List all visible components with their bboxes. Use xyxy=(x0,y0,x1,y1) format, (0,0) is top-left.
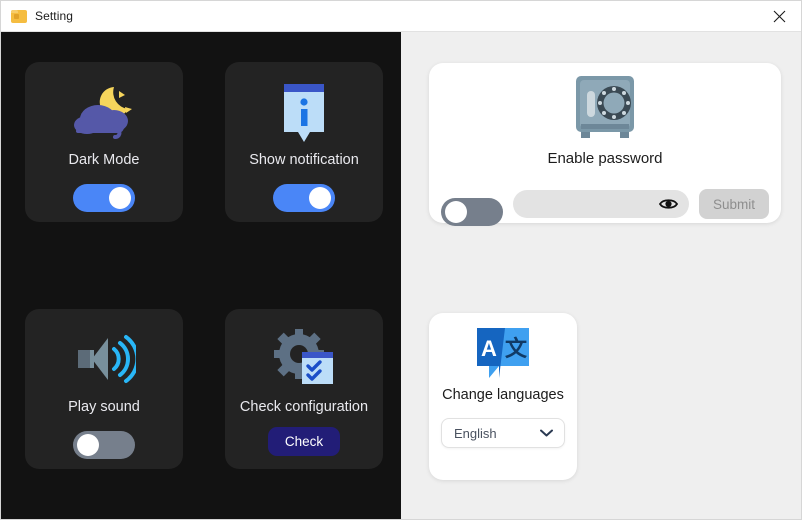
chevron-down-icon xyxy=(540,429,553,437)
card-label: Enable password xyxy=(547,150,663,167)
card-label: Show notification xyxy=(249,152,359,168)
submit-button[interactable]: Submit xyxy=(698,189,769,219)
card-show-notification[interactable]: Show notification xyxy=(225,62,383,222)
card-check-configuration[interactable]: Check configuration Check xyxy=(225,309,383,469)
language-select[interactable]: English xyxy=(441,418,565,448)
eye-icon[interactable] xyxy=(658,198,678,211)
svg-text:文: 文 xyxy=(505,336,528,362)
toggle-enable-password[interactable] xyxy=(441,198,503,226)
translate-icon: A 文 xyxy=(429,313,577,385)
card-dark-mode[interactable]: Dark Mode xyxy=(25,62,183,222)
password-row: Submit xyxy=(429,182,781,226)
toggle-knob xyxy=(109,187,131,209)
moon-cloud-icon xyxy=(72,76,136,148)
info-notification-icon xyxy=(275,76,333,148)
card-change-languages: A 文 Change languages English xyxy=(429,313,577,480)
svg-text:A: A xyxy=(481,336,497,361)
title-bar: Setting xyxy=(1,1,801,32)
dark-panel: Dark Mode Show notification Play sound C… xyxy=(1,32,401,519)
setting-window: Setting Dark Mode Show notification Play… xyxy=(0,0,802,520)
gear-checklist-icon xyxy=(272,323,336,395)
speaker-icon xyxy=(72,323,136,395)
card-label: Check configuration xyxy=(239,399,369,415)
password-input-wrapper xyxy=(513,190,689,218)
title-bar-left: Setting xyxy=(1,9,73,23)
card-label: Change languages xyxy=(442,387,564,403)
toggle-knob xyxy=(445,201,467,223)
toggle-dark-mode[interactable] xyxy=(73,184,135,212)
card-label: Dark Mode xyxy=(68,152,140,168)
light-panel: Enable password Submit A 文 Change langua… xyxy=(401,32,801,519)
card-play-sound[interactable]: Play sound xyxy=(25,309,183,469)
toggle-show-notification[interactable] xyxy=(273,184,335,212)
card-enable-password: Enable password Submit xyxy=(429,63,781,226)
toggle-knob xyxy=(77,434,99,456)
card-label: Play sound xyxy=(68,399,140,415)
toggle-knob xyxy=(309,187,331,209)
window-body: Dark Mode Show notification Play sound C… xyxy=(1,32,801,519)
toggle-play-sound[interactable] xyxy=(73,431,135,459)
close-button[interactable] xyxy=(757,1,801,31)
safe-vault-icon xyxy=(429,63,781,147)
dark-card-grid: Dark Mode Show notification Play sound C… xyxy=(25,62,383,469)
language-selected-value: English xyxy=(454,425,497,441)
close-icon xyxy=(773,10,785,22)
check-button[interactable]: Check xyxy=(267,427,341,456)
window-title: Setting xyxy=(35,9,74,23)
folder-icon xyxy=(11,9,27,23)
